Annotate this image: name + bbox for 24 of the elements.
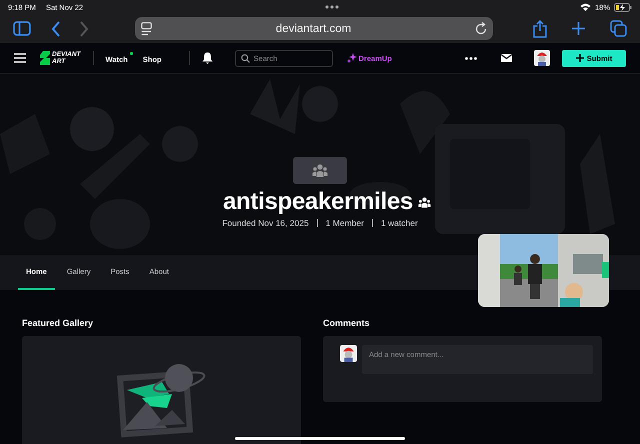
- tabs-icon[interactable]: [610, 20, 628, 37]
- logo-icon[interactable]: [40, 51, 50, 65]
- back-icon[interactable]: [50, 20, 61, 36]
- more-icon[interactable]: [465, 56, 477, 60]
- sidebar-icon[interactable]: [13, 21, 31, 36]
- url-text: deviantart.com: [274, 22, 352, 34]
- search-icon: [240, 54, 250, 62]
- avatar-icon: [340, 345, 357, 362]
- sparkle-icon: [346, 53, 357, 63]
- plus-icon: [576, 54, 584, 62]
- mail-icon[interactable]: [501, 54, 512, 62]
- section-heading: Featured Gallery: [22, 318, 94, 328]
- bell-icon[interactable]: [202, 52, 213, 64]
- share-icon[interactable]: [533, 20, 548, 38]
- section-heading: Comments: [323, 318, 371, 328]
- reader-icon[interactable]: [140, 22, 152, 36]
- multitask-dots-icon[interactable]: [324, 5, 339, 9]
- new-tab-icon[interactable]: [571, 21, 586, 36]
- battery-charging-icon: [614, 2, 632, 12]
- avatar-icon[interactable]: [534, 50, 550, 66]
- menu-icon[interactable]: [14, 53, 26, 63]
- address-bar[interactable]: deviantart.com: [134, 17, 494, 40]
- reload-icon[interactable]: [475, 22, 488, 35]
- wifi-icon: [580, 3, 591, 11]
